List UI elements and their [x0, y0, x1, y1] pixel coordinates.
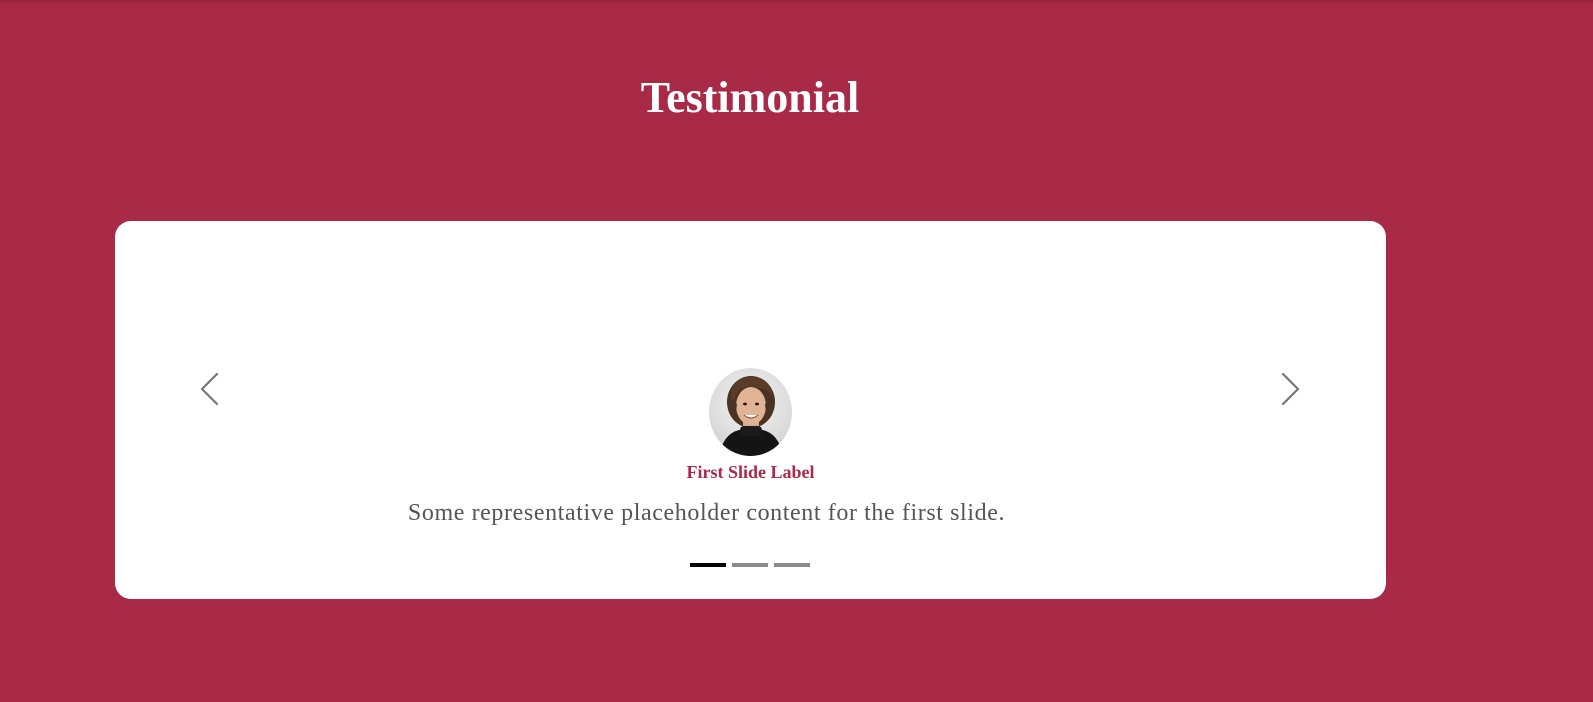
carousel-indicators — [690, 563, 810, 567]
carousel-indicator-2[interactable] — [732, 563, 768, 567]
section-title: Testimonial — [640, 73, 860, 122]
slide-text: Some representative placeholder content … — [407, 500, 1006, 526]
testimonial-carousel: First Slide Label Some representative pl… — [115, 221, 1386, 599]
carousel-indicator-3[interactable] — [774, 563, 810, 567]
chevron-left-icon — [200, 372, 219, 406]
carousel-prev-button[interactable] — [190, 364, 230, 414]
avatar — [709, 368, 792, 456]
carousel-next-button[interactable] — [1270, 364, 1310, 414]
slide-label: First Slide Label — [686, 462, 815, 482]
chevron-right-icon — [1281, 372, 1300, 406]
carousel-indicator-1[interactable] — [690, 563, 726, 567]
top-shade — [0, 0, 1593, 5]
